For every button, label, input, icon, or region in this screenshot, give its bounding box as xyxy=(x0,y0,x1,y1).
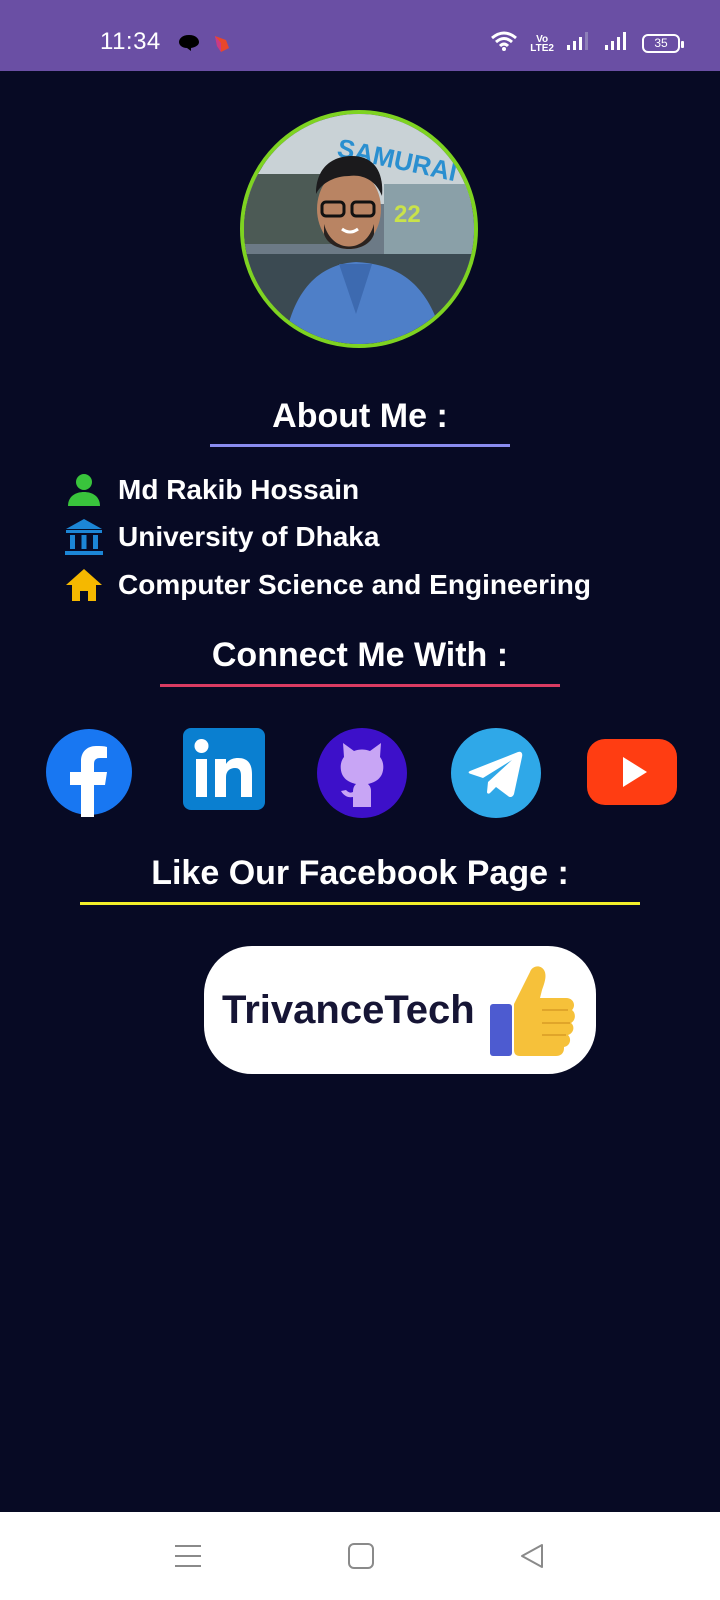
github-icon xyxy=(317,728,407,818)
info-department-text: Computer Science and Engineering xyxy=(118,569,591,600)
wifi-icon xyxy=(490,30,518,57)
like-heading: Like Our Facebook Page : xyxy=(151,854,569,892)
github-link[interactable] xyxy=(316,727,407,818)
chat-notification-icon xyxy=(178,34,200,57)
home-icon xyxy=(62,565,106,605)
youtube-icon xyxy=(587,739,677,805)
photo-sign-number: 22 xyxy=(394,201,421,228)
status-time: 11:34 xyxy=(100,28,161,55)
facebook-icon xyxy=(46,729,132,817)
youtube-link[interactable] xyxy=(585,727,679,817)
connect-heading: Connect Me With : xyxy=(211,636,509,674)
profile-avatar: SAMURAI 22 xyxy=(240,110,478,348)
info-name-text: Md Rakib Hossain xyxy=(118,474,360,505)
battery-icon: 35 xyxy=(642,34,684,53)
linkedin-link[interactable] xyxy=(182,727,272,817)
home-square-icon[interactable] xyxy=(347,1542,375,1575)
thumbs-up-icon xyxy=(486,960,578,1065)
status-icons: Vo LTE2 35 xyxy=(490,30,684,57)
like-underline xyxy=(80,902,640,905)
signal-icon xyxy=(566,31,592,56)
info-department-row: Computer Science and Engineering xyxy=(62,565,591,605)
telegram-link[interactable] xyxy=(450,727,541,818)
back-triangle-icon[interactable] xyxy=(518,1542,546,1575)
app-notification-icon xyxy=(212,34,232,59)
university-icon xyxy=(62,517,106,557)
connect-underline xyxy=(160,684,560,687)
volte-icon: Vo LTE2 xyxy=(530,34,554,54)
about-heading: About Me : xyxy=(272,397,448,435)
like-button-label: TrivanceTech xyxy=(222,987,475,1032)
info-name-row: Md Rakib Hossain xyxy=(62,470,359,510)
about-underline xyxy=(210,444,510,447)
facebook-page-like-button[interactable]: TrivanceTech xyxy=(204,946,596,1074)
info-university-row: University of Dhaka xyxy=(62,517,379,557)
volte-bottom-label: LTE2 xyxy=(530,42,554,54)
status-bar: 11:34 Vo LTE2 35 xyxy=(0,0,720,71)
person-icon xyxy=(62,470,106,510)
menu-icon[interactable] xyxy=(174,1542,202,1575)
telegram-icon xyxy=(451,728,541,818)
signal-icon xyxy=(604,31,630,56)
linkedin-icon xyxy=(183,728,265,810)
info-university-text: University of Dhaka xyxy=(118,521,380,552)
facebook-link[interactable] xyxy=(44,727,134,817)
system-nav-bar xyxy=(0,1512,720,1600)
